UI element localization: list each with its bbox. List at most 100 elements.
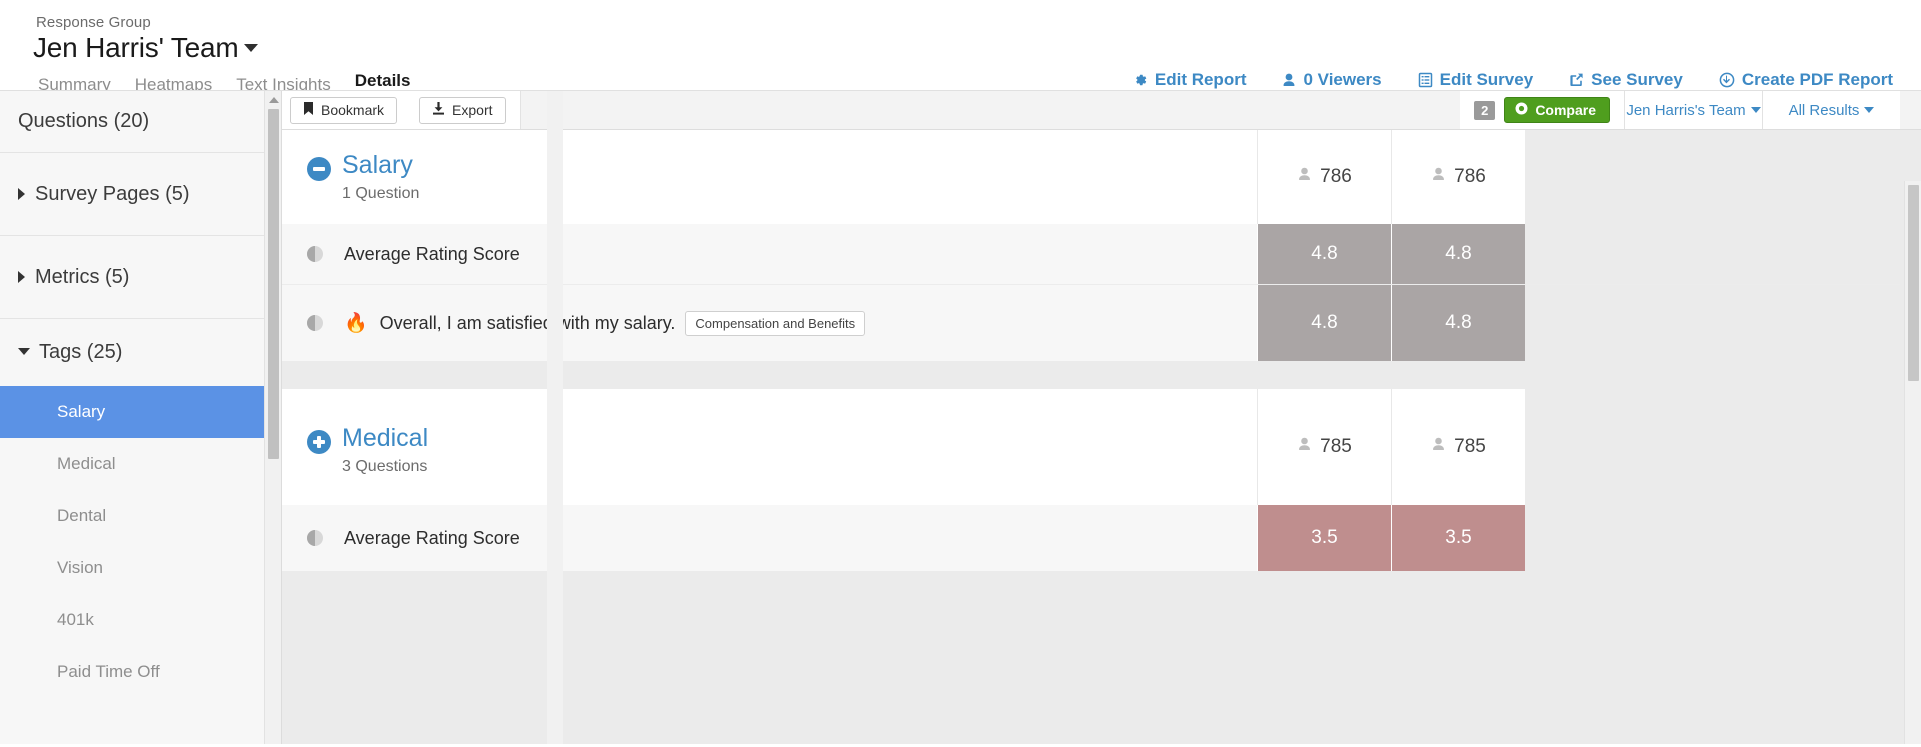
chevron-down-icon — [244, 44, 259, 52]
section-header-label-cell: Salary 1 Question — [282, 130, 1257, 224]
viewers-button[interactable]: 0 Viewers — [1264, 70, 1399, 90]
compare-button[interactable]: Compare — [1504, 97, 1610, 123]
half-circle-icon — [307, 246, 323, 262]
form-icon — [1418, 72, 1433, 88]
section-question-count-medical: 3 Questions — [342, 457, 428, 475]
compare-icon — [1515, 102, 1528, 118]
table-row[interactable]: Average Rating Score 4.8 4.8 — [282, 224, 1900, 285]
content-toolbar: Bookmark Export 2 Compare Jen Harris's T… — [282, 91, 1921, 130]
sidebar-item-dental-label: Dental — [57, 506, 107, 525]
sidebar-item-paid-time-off-label: Paid Time Off — [57, 662, 160, 681]
section-response-count-team: 786 — [1257, 130, 1391, 224]
score-cell-team: 3.5 — [1257, 505, 1391, 571]
edit-survey-label: Edit Survey — [1439, 70, 1534, 89]
left-sidebar: Questions (20) Survey Pages (5) Metrics … — [0, 91, 282, 747]
section-title-salary[interactable]: Salary — [342, 152, 419, 178]
results-table: Salary 1 Question 786 786 Average Rating… — [282, 130, 1921, 747]
page-scrollbar[interactable] — [1904, 181, 1921, 747]
expand-icon[interactable] — [307, 429, 331, 454]
export-button[interactable]: Export — [419, 96, 506, 124]
section-response-count-all: 786 — [1391, 130, 1525, 224]
column-selector-team[interactable]: Jen Harris's Team — [1625, 91, 1763, 129]
response-count-value: 786 — [1320, 166, 1352, 187]
sidebar-group-tags-label: Tags (25) — [39, 341, 123, 363]
response-count-value: 785 — [1454, 436, 1486, 457]
compare-count-badge: 2 — [1474, 100, 1496, 120]
section-header-label-cell: Medical 3 Questions — [282, 389, 1257, 505]
section-header-row: Medical 3 Questions 785 785 — [282, 389, 1900, 505]
score-cell-team: 4.8 — [1257, 285, 1391, 361]
sidebar-group-questions[interactable]: Questions (20) — [0, 91, 281, 153]
bookmark-label: Bookmark — [321, 102, 385, 118]
user-icon — [1431, 166, 1446, 188]
sidebar-group-survey-pages-label: Survey Pages (5) — [35, 182, 190, 205]
score-cell-all: 4.8 — [1391, 224, 1525, 284]
section-question-count-salary: 1 Question — [342, 184, 420, 202]
viewers-label: 0 Viewers — [1303, 70, 1382, 89]
metric-label: Average Rating Score — [344, 243, 520, 264]
sidebar-item-401k[interactable]: 401k — [0, 594, 281, 646]
toolbar-right-group: 2 Compare Jen Harris's Team All Results — [1460, 91, 1900, 129]
response-group-selector[interactable]: Jen Harris' Team — [33, 32, 259, 64]
half-circle-icon — [307, 530, 323, 546]
see-survey-label: See Survey — [1591, 70, 1683, 89]
body-area: Questions (20) Survey Pages (5) Metrics … — [0, 90, 1921, 747]
create-pdf-report-label: Create PDF Report — [1741, 70, 1893, 89]
survey-details-page: Response Group Jen Harris' Team Summary … — [0, 0, 1921, 747]
table-row[interactable]: 🔥 Overall, I am satisfied with my salary… — [282, 285, 1900, 361]
chevron-right-icon — [18, 188, 25, 200]
scroll-up-arrow-icon[interactable] — [269, 97, 279, 103]
edit-survey-button[interactable]: Edit Survey — [1400, 70, 1552, 90]
chevron-down-icon — [18, 347, 30, 361]
edit-report-label: Edit Report — [1154, 70, 1247, 89]
header-actions: Edit Report 0 Viewers Edit Survey See Su… — [1114, 70, 1921, 90]
compare-cell: 2 Compare — [1460, 91, 1625, 129]
table-right-gutter — [1525, 285, 1625, 361]
sidebar-group-survey-pages[interactable]: Survey Pages (5) — [0, 153, 281, 236]
response-count-value: 785 — [1320, 436, 1352, 457]
sidebar-item-vision-label: Vision — [57, 558, 103, 577]
user-icon — [1282, 72, 1296, 88]
page-scrollbar-thumb[interactable] — [1908, 185, 1919, 381]
row-label-cell: 🔥 Overall, I am satisfied with my salary… — [282, 285, 1257, 361]
sidebar-item-vision[interactable]: Vision — [0, 542, 281, 594]
see-survey-button[interactable]: See Survey — [1551, 70, 1701, 90]
external-link-icon — [1569, 72, 1584, 88]
table-right-gutter — [1525, 389, 1625, 505]
sidebar-group-questions-label: Questions (20) — [18, 110, 150, 132]
table-right-gutter — [1525, 130, 1625, 224]
collapse-icon[interactable] — [307, 156, 331, 181]
sidebar-item-dental[interactable]: Dental — [0, 490, 281, 542]
table-row[interactable]: Average Rating Score 3.5 3.5 — [282, 505, 1900, 571]
tag-chip[interactable]: Compensation and Benefits — [685, 310, 866, 336]
export-label: Export — [452, 102, 493, 118]
score-cell-all: 3.5 — [1391, 505, 1525, 571]
download-circle-icon — [1719, 72, 1735, 88]
sidebar-scrollbar[interactable] — [264, 91, 281, 747]
section-response-count-all: 785 — [1391, 389, 1525, 505]
table-right-gutter — [1525, 224, 1625, 284]
section-title-medical[interactable]: Medical — [342, 425, 428, 451]
sidebar-item-paid-time-off[interactable]: Paid Time Off — [0, 646, 281, 698]
toolbar-left-group: Bookmark Export — [282, 91, 521, 129]
edit-report-button[interactable]: Edit Report — [1114, 70, 1265, 90]
sidebar-item-salary[interactable]: Salary — [0, 386, 281, 438]
section-header-row: Salary 1 Question 786 786 — [282, 130, 1900, 224]
response-count-value: 786 — [1454, 166, 1486, 187]
metric-label: Average Rating Score — [344, 527, 520, 548]
sidebar-item-medical[interactable]: Medical — [0, 438, 281, 490]
user-icon — [1431, 436, 1446, 458]
user-icon — [1297, 166, 1312, 188]
section-salary: Salary 1 Question 786 786 Average Rating… — [282, 130, 1921, 389]
create-pdf-report-button[interactable]: Create PDF Report — [1701, 70, 1921, 90]
question-label: Overall, I am satisfied with my salary. — [379, 312, 676, 333]
sidebar-group-metrics[interactable]: Metrics (5) — [0, 236, 281, 319]
sidebar-group-tags[interactable]: Tags (25) — [0, 319, 281, 386]
section-medical: Medical 3 Questions 785 785 Average Rati… — [282, 389, 1921, 571]
sidebar-item-salary-label: Salary — [57, 402, 106, 421]
bookmark-button[interactable]: Bookmark — [290, 96, 398, 124]
column-selector-all-results[interactable]: All Results — [1763, 91, 1900, 129]
content-left-scroll-gutter — [547, 91, 563, 747]
chevron-right-icon — [18, 271, 25, 283]
sidebar-scrollbar-thumb[interactable] — [268, 109, 279, 459]
